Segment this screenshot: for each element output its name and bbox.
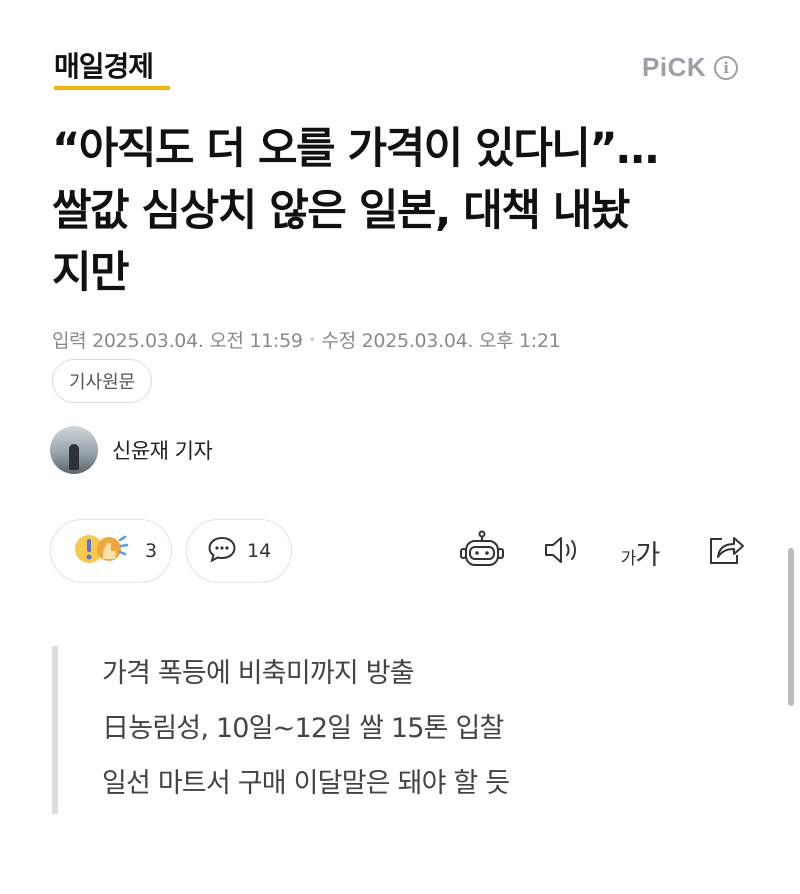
reaction-icon	[73, 531, 135, 571]
speaker-icon	[542, 534, 582, 570]
publisher-logo[interactable]: 매일경제	[54, 50, 154, 84]
summary-robot-button[interactable]	[458, 530, 506, 574]
comment-count: 14	[247, 540, 272, 562]
share-icon	[706, 533, 746, 571]
comment-icon	[207, 535, 237, 567]
article-title: “아직도 더 오를 가격이 있다니”… 쌀값 심상치 않은 일본, 대책 내놨 …	[52, 118, 752, 304]
font-small-glyph: 가	[620, 548, 637, 569]
date-separator: •	[308, 332, 316, 347]
font-large-glyph: 가	[635, 539, 660, 571]
share-button[interactable]	[704, 530, 748, 574]
comment-button[interactable]: 14	[186, 519, 292, 583]
reporter-info[interactable]: 신윤재 기자	[50, 426, 213, 474]
article-title-line: 지만	[52, 248, 130, 298]
pick-label: PiCK	[642, 52, 707, 82]
article-title-line: 쌀값 심상치 않은 일본, 대책 내놨	[52, 186, 630, 236]
reaction-button[interactable]: 3	[50, 519, 172, 583]
reaction-count: 3	[145, 540, 158, 562]
summary-line: 일선 마트서 구매 이달말은 돼야 할 듯	[102, 768, 510, 799]
modified-date: 수정 2025.03.04. 오후 1:21	[321, 330, 561, 352]
article-title-line: “아직도 더 오를 가격이 있다니”…	[52, 124, 659, 174]
scrollbar[interactable]	[788, 548, 794, 706]
summary-line: 가격 폭등에 비축미까지 방출	[102, 658, 415, 689]
original-article-button[interactable]: 기사원문	[52, 359, 153, 403]
pick-badge[interactable]: PiCK i	[642, 52, 739, 83]
article-summary: 가격 폭등에 비축미까지 방출 日농림성, 10일~12일 쌀 15톤 입찰 일…	[52, 646, 742, 814]
font-size-icon: 가가	[620, 533, 660, 572]
publisher-logo-underline	[54, 86, 170, 90]
listen-button[interactable]	[540, 530, 584, 574]
top-bar: 매일경제 PiCK i	[0, 0, 800, 110]
robot-icon	[460, 530, 504, 574]
summary-line: 日농림성, 10일~12일 쌀 15톤 입찰	[102, 713, 504, 744]
info-icon[interactable]: i	[714, 55, 739, 80]
font-size-button[interactable]: 가가	[615, 530, 665, 574]
reporter-name[interactable]: 신윤재 기자	[112, 435, 213, 465]
published-date: 입력 2025.03.04. 오전 11:59	[52, 330, 303, 352]
article-dates: 입력 2025.03.04. 오전 11:59 • 수정 2025.03.04.…	[52, 326, 561, 353]
reporter-avatar[interactable]	[50, 426, 98, 474]
